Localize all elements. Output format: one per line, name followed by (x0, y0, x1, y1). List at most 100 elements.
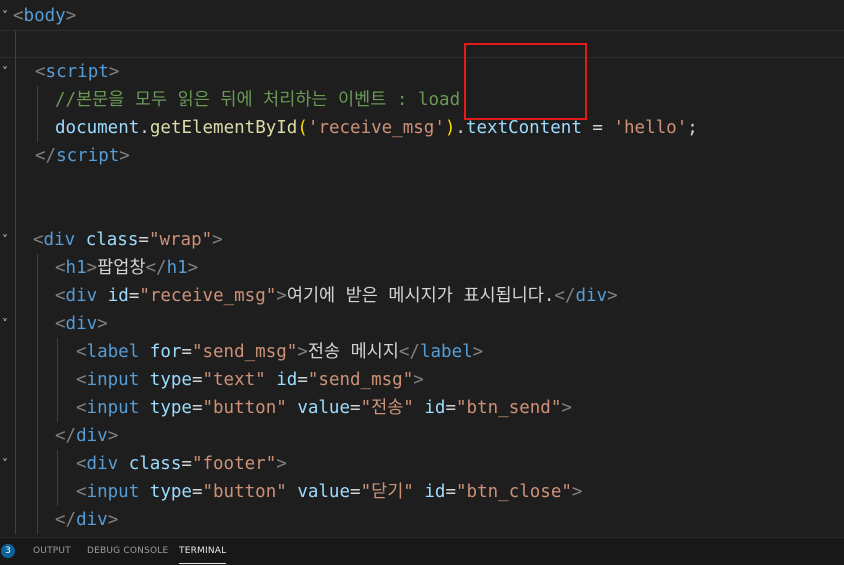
code-token: div (65, 286, 98, 306)
code-line[interactable]: </script> (0, 142, 844, 170)
code-token: id (276, 370, 298, 390)
code-line[interactable]: ˅ <div> (0, 310, 844, 338)
code-token: </ (55, 510, 77, 530)
indent-guide (37, 114, 38, 142)
code-line[interactable]: <input type="button" value="전송" id="btn_… (0, 394, 844, 422)
code-token: = (181, 454, 192, 474)
code-token: label (86, 342, 140, 362)
indent-guide (15, 198, 16, 226)
indent-guide (15, 114, 16, 142)
code-token: type (149, 398, 192, 418)
code-token: > (97, 314, 108, 334)
code-token: "footer" (191, 454, 277, 474)
code-token: ( (297, 118, 308, 138)
code-token: div (65, 314, 98, 334)
indent-guide (37, 254, 38, 282)
code-line[interactable]: <h1>팝업창</h1> (0, 254, 844, 282)
code-token: "전송" (360, 398, 414, 418)
code-line[interactable]: <input type="text" id="send_msg"> (0, 366, 844, 394)
code-token: > (276, 454, 287, 474)
indent-guide (37, 338, 38, 366)
indent-guide (15, 31, 16, 59)
code-token: "btn_send" (456, 398, 562, 418)
code-token: </ (554, 286, 576, 306)
code-text: <div class="footer"> (76, 450, 287, 478)
code-token: div (86, 454, 119, 474)
indent-guide (15, 394, 16, 422)
indent-guide (15, 58, 16, 86)
code-token: < (33, 230, 44, 250)
code-line[interactable]: ˅ <div class="footer"> (0, 450, 844, 478)
code-token: = (445, 482, 457, 502)
code-token: < (35, 62, 46, 82)
code-token: value (297, 398, 351, 418)
indent-guide (57, 478, 58, 506)
code-token: </ (55, 426, 77, 446)
indent-guide (57, 394, 58, 422)
indent-guide (15, 366, 16, 394)
problems-count-badge[interactable]: 3 (1, 544, 15, 558)
tab-output[interactable]: OUTPUT (33, 538, 71, 565)
code-text: //본문을 모두 읽은 뒤에 처리하는 이벤트 : load (55, 86, 460, 114)
code-line[interactable]: </div> (0, 422, 844, 450)
code-editor[interactable]: ˅ <body> ˅ <script>//본문을 모두 읽은 뒤에 처리하는 이벤트 … (0, 0, 844, 537)
code-token: = (445, 398, 457, 418)
code-token: > (472, 342, 484, 362)
fold-chevron-icon[interactable]: ˅ (0, 310, 11, 338)
code-token: id (424, 398, 446, 418)
code-token: class (128, 454, 182, 474)
code-token: < (76, 398, 87, 418)
code-line[interactable]: <label for="send_msg">전송 메시지</label> (0, 338, 844, 366)
code-token: "send_msg" (307, 370, 414, 390)
code-token: > (297, 342, 308, 362)
code-token: getElementById (149, 118, 298, 138)
indent-guide (15, 506, 16, 534)
indent-guide (15, 226, 16, 254)
code-token: < (76, 454, 87, 474)
indent-guide (15, 310, 16, 338)
fold-chevron-icon[interactable]: ˅ (0, 58, 11, 86)
code-line[interactable]: //본문을 모두 읽은 뒤에 처리하는 이벤트 : load (0, 86, 844, 114)
code-line[interactable]: document.getElementById('receive_msg').t… (0, 114, 844, 142)
code-line[interactable]: </div> (0, 506, 844, 534)
indent-guide (37, 478, 38, 506)
code-token: "text" (202, 370, 266, 390)
fold-chevron-icon[interactable]: ˅ (0, 2, 11, 30)
code-token: h1 (65, 258, 87, 278)
fold-chevron-icon[interactable]: ˅ (0, 226, 11, 254)
indent-guide (37, 282, 38, 310)
code-line[interactable] (0, 30, 844, 59)
code-text: <input type="text" id="send_msg"> (76, 366, 424, 394)
code-token: class (85, 230, 139, 250)
code-text: <div class="wrap"> (33, 226, 223, 254)
code-line[interactable]: ˅ <div class="wrap"> (0, 226, 844, 254)
fold-chevron-icon[interactable]: ˅ (0, 450, 11, 478)
code-token: = (138, 230, 149, 250)
code-token: > (86, 258, 98, 278)
code-token: "button" (202, 482, 287, 502)
code-token: type (149, 370, 192, 390)
code-token: > (413, 370, 424, 390)
code-line[interactable] (0, 170, 844, 198)
code-token: id (424, 482, 446, 502)
tab-terminal[interactable]: TERMINAL (179, 538, 227, 565)
code-line[interactable] (0, 198, 844, 226)
code-token: input (86, 482, 140, 502)
code-line[interactable]: <input type="button" value="닫기" id="btn_… (0, 478, 844, 506)
code-text: </script> (35, 142, 130, 170)
code-token: = (181, 342, 192, 362)
code-text: document.getElementById('receive_msg').t… (55, 114, 698, 142)
code-line[interactable]: <div id="receive_msg">여기에 받은 메시지가 표시됩니다.… (0, 282, 844, 310)
code-line[interactable]: ˅ <body> (0, 2, 844, 30)
code-text: <input type="button" value="닫기" id="btn_… (76, 478, 582, 506)
tab-debug-console[interactable]: DEBUG CONSOLE (87, 538, 168, 565)
code-token: textContent (465, 118, 582, 138)
code-token: div (76, 426, 108, 446)
code-line[interactable]: ˅ <script> (0, 58, 844, 86)
code-token: = (191, 398, 203, 418)
